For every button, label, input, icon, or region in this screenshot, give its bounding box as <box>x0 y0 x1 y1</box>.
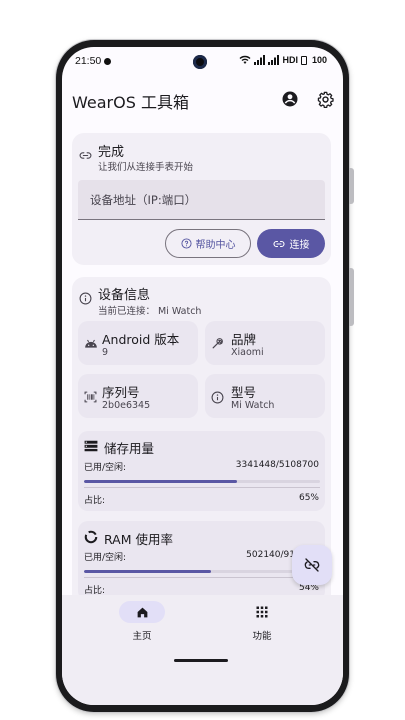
status-icons: HDI 100 <box>239 55 327 65</box>
nav-label-features: 功能 <box>252 631 272 642</box>
disconnect-fab[interactable] <box>292 545 332 585</box>
storage-title: 储存用量 <box>104 441 155 456</box>
storage-used-value: 3341448/5108700 <box>235 460 319 470</box>
android-icon <box>85 339 97 348</box>
connect-subtitle: 让我们从连接手表开始 <box>98 162 194 173</box>
storage-ratio-label: 占比: <box>84 496 106 506</box>
connect-title: 完成 <box>98 145 125 160</box>
info-icon <box>79 292 92 305</box>
info-icon <box>211 391 224 404</box>
account-button[interactable] <box>278 87 302 111</box>
nav-label-home: 主页 <box>132 631 152 642</box>
device-info-title: 设备信息 <box>98 288 151 303</box>
link-off-icon <box>304 558 320 572</box>
ram-progress-bar <box>84 570 320 573</box>
device-address-placeholder: 设备地址（IP:端口） <box>90 193 197 207</box>
ram-title: RAM 使用率 <box>104 532 173 547</box>
status-time: 21:50 <box>75 55 102 67</box>
help-center-label: 帮助中心 <box>195 240 236 251</box>
link-icon <box>79 152 92 159</box>
tile-android-version-title: Android 版本 <box>102 332 180 347</box>
storage-ratio-value: 65% <box>298 493 319 503</box>
power-button <box>349 268 354 326</box>
build-wrench-icon <box>212 338 223 349</box>
nav-item-home[interactable]: 主页 <box>102 601 182 651</box>
ram-used-label: 已用/空闲: <box>84 553 127 563</box>
bottom-navigation: 主页 功能 <box>62 595 343 705</box>
app-title: WearOS 工具箱 <box>72 93 189 112</box>
storage-progress-bar <box>84 480 320 483</box>
nav-icon-container <box>239 601 285 623</box>
tile-serial-value: 2b0e6345 <box>102 400 151 411</box>
donut-usage-icon <box>84 530 98 544</box>
device-connected-text: 当前已连接： Mi Watch <box>98 306 202 317</box>
ram-progress-fill <box>84 570 212 573</box>
connect-label: 连接 <box>289 240 310 251</box>
status-bar: 21:50 HDI 100 <box>62 53 343 71</box>
network-type-label: HDI <box>282 55 298 65</box>
gesture-home-bar <box>174 659 228 662</box>
device-address-input[interactable]: 设备地址（IP:端口） <box>78 180 325 220</box>
app-screen: 21:50 HDI 100 WearOS 工具箱 完成 让我们从连接手表开始 设… <box>62 47 343 705</box>
storage-divider <box>84 487 320 488</box>
connect-button[interactable]: 连接 <box>257 229 325 258</box>
notification-dot-icon <box>104 58 111 65</box>
battery-level: 100 <box>311 55 327 65</box>
top-app-bar: WearOS 工具箱 <box>62 79 343 119</box>
signal-icon <box>254 55 266 65</box>
home-icon <box>137 607 147 617</box>
link-icon <box>272 240 285 247</box>
tile-model-value: Mi Watch <box>231 400 275 411</box>
settings-gear-icon <box>317 91 334 108</box>
apps-grid-icon <box>256 606 268 618</box>
ram-used-value: 502140/91 <box>246 550 295 560</box>
wifi-icon <box>239 55 251 64</box>
nav-indicator <box>119 601 165 623</box>
storage-icon <box>84 440 98 452</box>
account-circle-icon <box>282 91 298 107</box>
tile-android-version-value: 9 <box>102 347 109 358</box>
help-center-button[interactable]: 帮助中心 <box>165 229 251 258</box>
tile-model-title: 型号 <box>231 385 257 400</box>
storage-progress-fill <box>84 480 238 483</box>
help-circle-icon <box>180 238 192 249</box>
tile-brand-value: Xiaomi <box>231 347 264 358</box>
ram-divider <box>84 577 320 578</box>
settings-button[interactable] <box>313 87 337 111</box>
storage-used-label: 已用/空闲: <box>84 463 127 473</box>
barcode-icon <box>84 391 97 403</box>
signal-icon <box>268 55 280 65</box>
volume-button <box>349 168 354 204</box>
tile-brand-title: 品牌 <box>231 332 257 347</box>
tile-serial-title: 序列号 <box>102 385 140 400</box>
nav-item-features[interactable]: 功能 <box>222 601 302 651</box>
battery-icon <box>300 55 307 65</box>
